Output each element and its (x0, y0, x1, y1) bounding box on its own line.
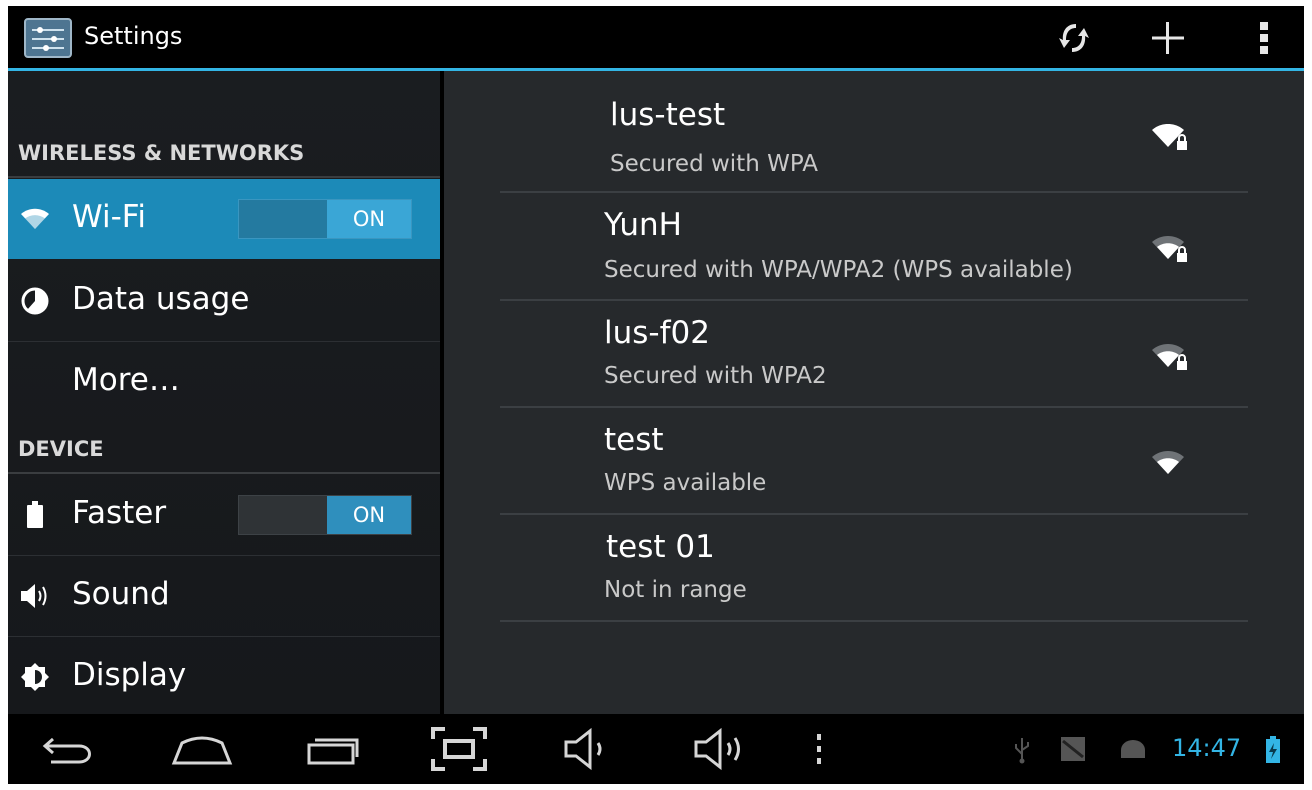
status-clock: 14:47 (1172, 734, 1242, 762)
wifi-network-item[interactable]: test WPS available (500, 408, 1248, 514)
section-header-wireless: WIRELESS & NETWORKS (18, 141, 305, 165)
screenshot-icon (431, 727, 487, 771)
home-button[interactable] (164, 722, 240, 776)
wifi-network-item[interactable]: lus-f02 Secured with WPA2 (500, 301, 1248, 407)
settings-sidebar: WIRELESS & NETWORKS Wi-Fi ON Data usage … (8, 71, 440, 714)
toggle-on-label: ON (327, 200, 411, 238)
sidebar-item-label: Wi-Fi (72, 199, 146, 235)
add-icon (1152, 22, 1184, 54)
menu-icon (817, 734, 821, 764)
android-debug-icon (1121, 740, 1145, 758)
image-icon (1061, 737, 1085, 761)
battery-charging-icon (1266, 736, 1280, 763)
list-divider (500, 620, 1248, 622)
network-ssid: lus-test (610, 97, 726, 133)
section-header-device: DEVICE (18, 437, 104, 461)
sidebar-item-data-usage[interactable]: Data usage (8, 261, 440, 341)
volume-up-icon (694, 727, 740, 771)
network-ssid: lus-f02 (604, 315, 710, 351)
volume-down-icon (564, 727, 602, 771)
data-usage-icon (18, 284, 52, 318)
back-icon (42, 737, 91, 764)
sidebar-item-display[interactable]: Display (8, 637, 440, 717)
recent-apps-icon (307, 738, 359, 765)
settings-screen: Settings WIRELESS & NETWORKS Wi-Fi ON Da… (8, 6, 1304, 784)
network-summary: Secured with WPA (610, 151, 818, 177)
volume-up-button[interactable] (688, 722, 752, 776)
network-summary: Secured with WPA/WPA2 (WPS available) (604, 257, 1073, 283)
system-nav-bar: 14:47 (8, 714, 1304, 784)
section-divider (8, 176, 440, 178)
home-icon (171, 736, 233, 765)
brightness-icon (18, 660, 52, 694)
wifi-network-item[interactable]: YunH Secured with WPA/WPA2 (WPS availabl… (500, 193, 1248, 299)
network-ssid: test 01 (606, 529, 715, 565)
app-title: Settings (84, 22, 183, 50)
wifi-network-item[interactable]: test 01 Not in range (500, 515, 1248, 621)
wifi-toggle[interactable]: ON (238, 199, 412, 239)
sidebar-item-more[interactable]: More… (8, 342, 440, 422)
wifi-network-item[interactable]: lus-test Secured with WPA (500, 81, 1248, 187)
sidebar-item-wifi[interactable]: Wi-Fi ON (8, 179, 440, 259)
network-ssid: test (604, 422, 664, 458)
sidebar-item-label: Sound (72, 576, 170, 612)
recent-apps-button[interactable] (298, 722, 368, 776)
back-button[interactable] (34, 722, 104, 776)
sidebar-item-label: More… (72, 362, 180, 398)
sync-button[interactable] (1046, 14, 1102, 62)
sync-icon (1059, 24, 1089, 52)
overflow-menu-button[interactable] (1236, 14, 1292, 62)
usb-icon (1015, 738, 1029, 764)
wifi-lock-icon (1152, 236, 1187, 262)
network-summary: WPS available (604, 470, 767, 496)
screenshot-button[interactable] (424, 722, 494, 776)
network-summary: Not in range (604, 577, 747, 603)
wifi-lock-icon (1152, 344, 1187, 370)
faster-toggle[interactable]: ON (238, 495, 412, 535)
battery-icon (18, 498, 52, 532)
menu-button[interactable] (804, 722, 834, 776)
network-ssid: YunH (604, 207, 682, 243)
wifi-icon (18, 202, 52, 236)
action-bar: Settings (8, 6, 1304, 68)
section-divider (8, 472, 440, 474)
sidebar-item-faster[interactable]: Faster ON (8, 475, 440, 555)
settings-icon[interactable] (24, 18, 72, 58)
sidebar-item-label: Faster (72, 495, 167, 531)
sidebar-item-label: Display (72, 657, 187, 693)
add-button[interactable] (1140, 14, 1196, 62)
sidebar-item-label: Data usage (72, 281, 250, 317)
sidebar-item-sound[interactable]: Sound (8, 556, 440, 636)
wifi-network-list: lus-test Secured with WPA YunH Secured w… (444, 71, 1304, 714)
wifi-lock-icon (1152, 124, 1187, 150)
overflow-menu-icon (1260, 22, 1268, 54)
volume-down-button[interactable] (556, 722, 620, 776)
network-summary: Secured with WPA2 (604, 363, 827, 389)
toggle-on-label: ON (327, 496, 411, 534)
speaker-icon (18, 579, 52, 613)
wifi-icon (1152, 451, 1184, 474)
